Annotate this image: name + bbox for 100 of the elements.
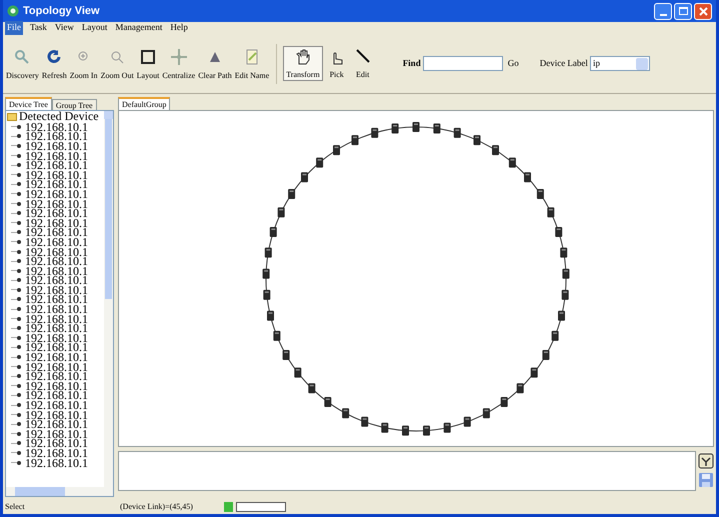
bullet-icon xyxy=(17,374,21,378)
tree-item[interactable]: 192.168.10.1 xyxy=(25,266,88,276)
bullet-icon xyxy=(17,422,21,426)
toolbar-button[interactable]: Zoom In xyxy=(68,48,99,80)
bullet-icon xyxy=(17,220,21,225)
bullet-icon xyxy=(17,278,21,282)
tree-item[interactable]: 192.168.10.1 xyxy=(25,227,88,238)
tree-item[interactable]: 192.168.10.1 xyxy=(25,352,88,362)
tree-item[interactable]: 192.168.10.1 xyxy=(25,131,88,142)
maximize-button[interactable] xyxy=(674,2,692,20)
window-title: Topology View xyxy=(23,4,100,19)
tree-item[interactable]: 192.168.10.1 xyxy=(25,458,88,468)
menu-item[interactable]: Management xyxy=(114,21,164,35)
bullet-icon xyxy=(17,355,21,360)
tree-item[interactable]: 192.168.10.1 xyxy=(25,448,88,458)
tree-item[interactable]: 192.168.10.1 xyxy=(25,438,88,448)
bullet-icon xyxy=(17,393,21,398)
crosshair-icon xyxy=(170,48,188,66)
link-count: (Device Link)=(45,45) xyxy=(120,501,194,513)
bullet-icon xyxy=(17,163,21,168)
tree-item[interactable]: 192.168.10.1 xyxy=(25,342,88,352)
bullet-icon xyxy=(17,202,21,206)
tree-item[interactable]: 192.168.10.1 xyxy=(25,294,88,304)
tree-item[interactable]: 192.168.10.1 xyxy=(25,428,88,439)
app-icon xyxy=(7,5,19,17)
menu-item[interactable]: File xyxy=(5,21,24,35)
bullet-icon xyxy=(17,441,21,446)
status-indicator xyxy=(224,502,233,512)
minimize-icon xyxy=(660,14,666,16)
menu-item[interactable]: View xyxy=(54,21,75,35)
tree-item[interactable]: 192.168.10.1 xyxy=(25,410,88,420)
tree-item[interactable]: 192.168.10.1 xyxy=(25,160,88,170)
menu-item[interactable]: Help xyxy=(169,21,189,35)
tree-item[interactable]: 192.168.10.1 xyxy=(25,314,88,324)
menu-item[interactable]: Task xyxy=(29,21,48,35)
tree-item[interactable]: 192.168.10.1 xyxy=(25,419,88,430)
tree-item[interactable]: 192.168.10.1 xyxy=(25,323,88,334)
minimize-button[interactable] xyxy=(654,2,672,20)
toolbar-button[interactable]: Zoom Out xyxy=(100,48,135,80)
tree-item[interactable]: 192.168.10.1 xyxy=(25,208,88,218)
tree-item[interactable]: 192.168.10.1 xyxy=(25,256,88,266)
toolbar-button[interactable]: Layout xyxy=(136,48,160,80)
toolbar-button[interactable]: Refresh xyxy=(40,48,68,80)
hand-icon xyxy=(294,48,312,66)
bullet-icon xyxy=(17,240,21,244)
tree-item[interactable]: 192.168.10.1 xyxy=(25,390,88,400)
toolbar-button[interactable]: Edit Name xyxy=(234,48,270,80)
bullet-icon xyxy=(17,288,21,292)
tree-item[interactable]: 192.168.10.1 xyxy=(25,284,88,295)
toolbar-button[interactable]: Discovery xyxy=(5,48,40,80)
tree-item[interactable]: 192.168.10.1 xyxy=(25,236,88,247)
tree-node[interactable]: Detected Device xyxy=(19,111,99,122)
menu-item[interactable]: Layout xyxy=(80,21,108,35)
tree-item[interactable]: 192.168.10.1 xyxy=(25,140,88,151)
bullet-icon xyxy=(17,316,21,321)
tree-item[interactable]: 192.168.10.1 xyxy=(25,332,88,343)
bullet-icon xyxy=(17,326,21,330)
vertical-scrollbar[interactable] xyxy=(104,111,113,487)
tree-item[interactable]: 192.168.10.1 xyxy=(25,275,88,286)
tree-item[interactable]: 192.168.10.1 xyxy=(25,380,88,391)
bullet-icon xyxy=(17,336,21,340)
toolbar-button[interactable]: Clear Path xyxy=(197,48,233,80)
tree-item[interactable]: 192.168.10.1 xyxy=(25,122,88,132)
tree-item[interactable]: 192.168.10.1 xyxy=(25,170,88,180)
bullet-icon xyxy=(17,211,21,216)
bullet-icon xyxy=(17,192,21,196)
tree-item[interactable]: 192.168.10.1 xyxy=(25,246,88,257)
toolbar-button[interactable]: Centralize xyxy=(161,48,196,80)
tree-item[interactable]: 192.168.10.1 xyxy=(25,304,88,314)
mode-button[interactable]: Pick xyxy=(324,46,349,81)
bullet-icon xyxy=(17,154,21,158)
magnifier-icon xyxy=(13,48,32,66)
tree-item[interactable]: 192.168.10.1 xyxy=(25,150,88,161)
mode-button[interactable]: Transform xyxy=(283,46,323,81)
tab[interactable]: DefaultGroup xyxy=(118,97,170,110)
bullet-icon xyxy=(17,182,21,186)
device-label-label: Device Label xyxy=(540,56,588,70)
maximize-icon xyxy=(678,7,688,15)
tree-item[interactable]: 192.168.10.1 xyxy=(25,400,88,410)
bullet-icon xyxy=(17,134,21,138)
bullet-icon xyxy=(17,307,21,312)
tree-item[interactable]: 192.168.10.1 xyxy=(25,362,88,372)
tree-item[interactable]: 192.168.10.1 xyxy=(25,371,88,382)
tree-item[interactable]: 192.168.10.1 xyxy=(25,198,88,209)
bullet-icon xyxy=(17,297,21,302)
tab[interactable]: Group Tree xyxy=(52,99,97,110)
find-label: Find xyxy=(402,56,421,70)
tree-item[interactable]: 192.168.10.1 xyxy=(25,188,88,199)
mode-button[interactable]: Edit xyxy=(350,46,375,81)
tab[interactable]: Device Tree xyxy=(5,97,52,110)
bullet-icon xyxy=(17,250,21,254)
bullet-icon xyxy=(17,172,21,177)
find-field[interactable] xyxy=(422,56,503,71)
folder-icon xyxy=(7,112,17,120)
go-button[interactable]: Go xyxy=(506,56,520,70)
close-button[interactable] xyxy=(694,2,712,20)
tree-item[interactable]: 192.168.10.1 xyxy=(25,179,88,190)
tree-item[interactable]: 192.168.10.1 xyxy=(25,218,88,228)
horizontal-scrollbar[interactable] xyxy=(6,487,113,496)
device-label-dropdown[interactable]: ip xyxy=(590,56,650,71)
